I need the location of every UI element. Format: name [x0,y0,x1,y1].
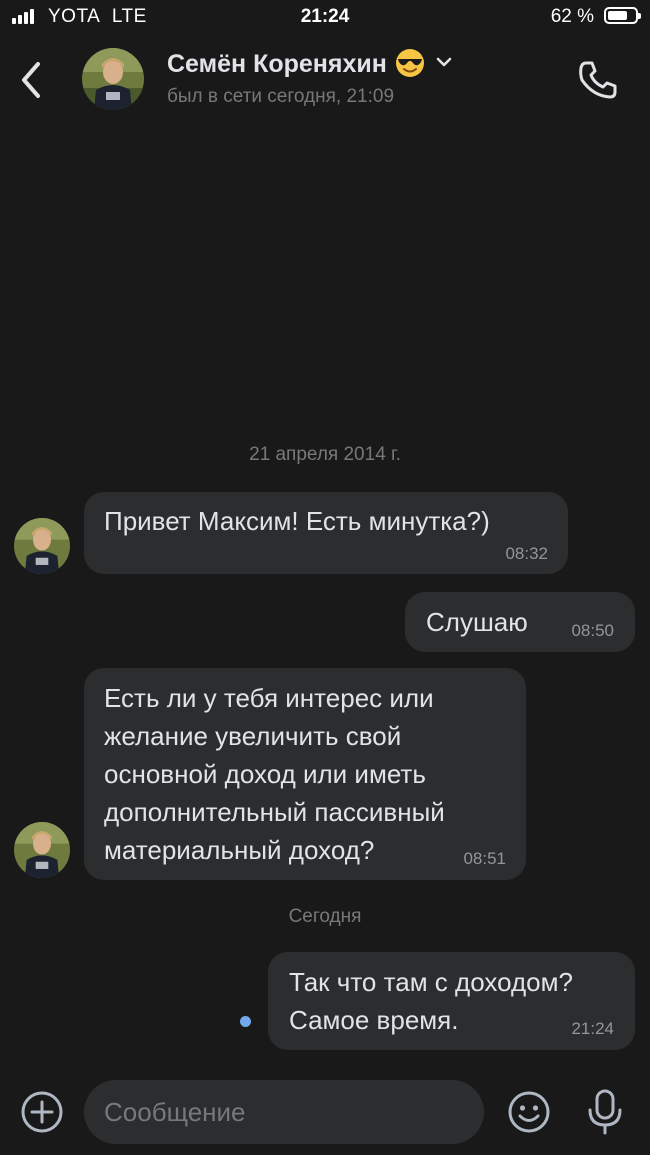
message-time: 08:32 [505,544,548,563]
message-text: Есть ли у тебя интерес или желание увели… [104,683,445,865]
message-bubble-outgoing[interactable]: Так что там с доходом? Самое время. 21:2… [268,952,635,1050]
battery-icon [604,7,641,24]
unread-indicator [240,1016,251,1027]
message-text: Так что там с доходом? Самое время. [289,967,573,1035]
voice-message-button[interactable] [584,1088,626,1136]
message-time: 21:24 [571,1019,614,1038]
chat-header: Семён Кореняхин был в сети сегодня, 21:0… [0,36,650,126]
sender-avatar[interactable] [14,518,70,574]
message-bubble-incoming[interactable]: Есть ли у тебя интерес или желание увели… [84,668,526,880]
date-separator: Сегодня [288,906,362,927]
chevron-left-icon [22,62,40,98]
message-time: 08:51 [463,849,506,868]
phone-icon [579,61,617,99]
message-bubble-outgoing[interactable]: Слушаю 08:50 [405,592,635,652]
contact-name: Семён Кореняхин [167,50,387,78]
message-text: Привет Максим! Есть минутка?) [104,506,490,536]
last-seen-status: был в сети сегодня, 21:09 [167,86,395,107]
attach-button[interactable] [20,1090,64,1134]
contact-name-row[interactable]: Семён Кореняхин [167,49,453,79]
sender-avatar[interactable] [14,822,70,878]
emoji-button[interactable] [507,1090,551,1134]
sunglasses-emoji [395,49,424,78]
date-separator: 21 апреля 2014 г. [249,444,401,465]
plus-circle-icon [21,1091,63,1133]
smile-icon [508,1091,550,1133]
chevron-down-icon [436,58,452,67]
message-text: Слушаю [426,607,528,637]
message-input-bar [0,1070,650,1155]
microphone-icon [588,1089,622,1135]
message-input[interactable] [84,1080,484,1144]
contact-avatar[interactable] [82,48,144,110]
status-bar: YOTA LTE 21:24 62 % [0,0,650,36]
chat-screen: YOTA LTE 21:24 62 % Семён Кореняхин был … [0,0,650,1155]
battery-percent: 62 % [550,6,594,27]
back-button[interactable] [14,56,50,104]
message-bubble-incoming[interactable]: Привет Максим! Есть минутка?) 08:32 [84,492,568,574]
call-button[interactable] [576,58,620,102]
message-time: 08:50 [571,621,614,640]
